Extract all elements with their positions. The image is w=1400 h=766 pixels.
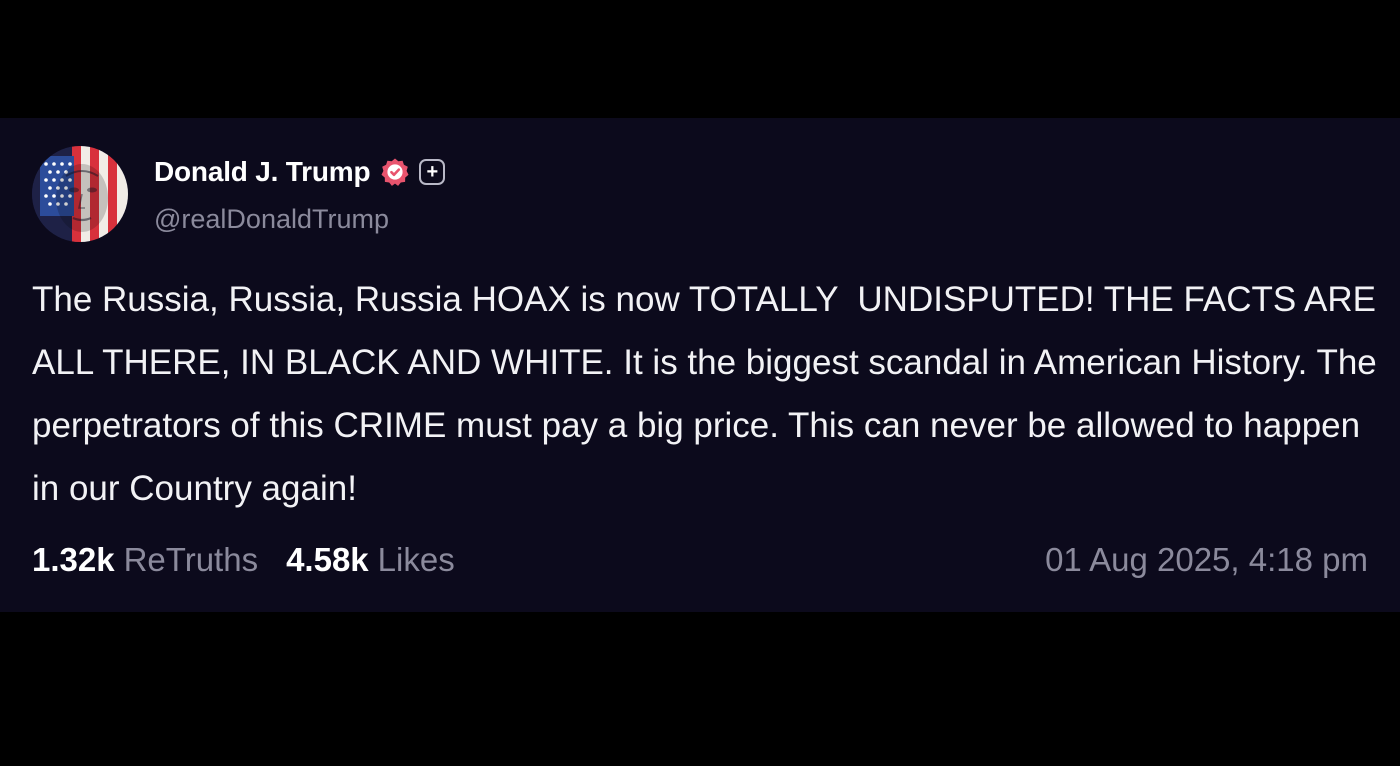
author-display-name[interactable]: Donald J. Trump	[154, 156, 371, 188]
likes-label[interactable]: Likes	[378, 541, 455, 579]
post-card[interactable]: Donald J. Trump + @realDonaldTrump The R…	[0, 118, 1400, 612]
verified-check-icon	[380, 157, 410, 187]
author-handle[interactable]: @realDonaldTrump	[154, 204, 389, 235]
retruths-label[interactable]: ReTruths	[124, 541, 258, 579]
flag-face-avatar-icon	[32, 146, 128, 242]
plus-icon: +	[419, 159, 446, 185]
post-body-text: The Russia, Russia, Russia HOAX is now T…	[32, 280, 1387, 508]
likes-count[interactable]: 4.58k	[286, 541, 369, 579]
author-name-row: Donald J. Trump +	[154, 152, 446, 192]
retruths-count[interactable]: 1.32k	[32, 541, 115, 579]
author-avatar[interactable]	[32, 146, 128, 242]
post-stats: 1.32k ReTruths 4.58k Likes	[32, 536, 455, 584]
page: Donald J. Trump + @realDonaldTrump The R…	[0, 0, 1400, 766]
post-timestamp[interactable]: 01 Aug 2025, 4:18 pm	[1045, 536, 1368, 584]
